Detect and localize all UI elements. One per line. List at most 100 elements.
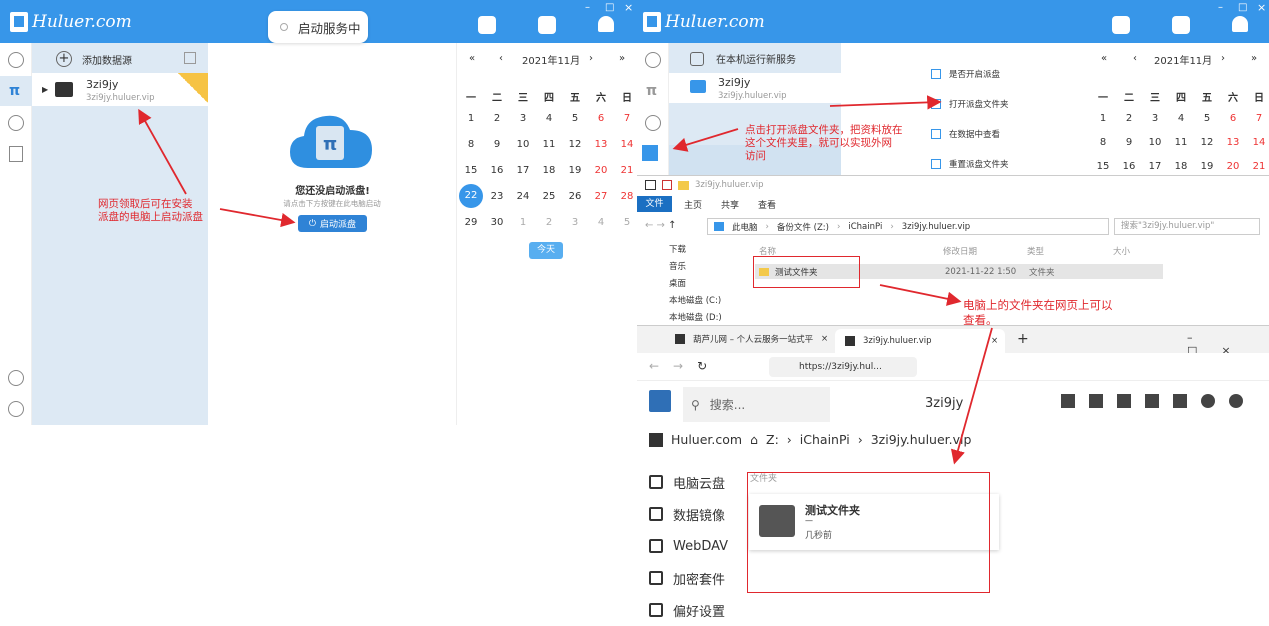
chat-icon[interactable] — [8, 115, 24, 131]
calendar-day[interactable]: 30 — [485, 217, 509, 228]
service-status-pill[interactable]: 启动服务中 — [268, 11, 368, 43]
calendar-day[interactable]: 4 — [589, 217, 613, 228]
run-local-row[interactable]: 在本机运行新服务 — [690, 51, 796, 66]
explorer-search-input[interactable]: 搜索"3zi9jy.huluer.vip" — [1114, 218, 1260, 235]
calendar-day[interactable]: 18 — [537, 165, 561, 176]
user-icon[interactable] — [645, 52, 661, 68]
col-date[interactable]: 修改日期 — [943, 245, 1027, 257]
menu-item-view-data[interactable]: 在数据中查看 — [931, 128, 1000, 140]
calendar-day[interactable]: 17 — [511, 165, 535, 176]
calendar-day[interactable]: 15 — [1091, 161, 1115, 172]
calendar-day[interactable]: 19 — [563, 165, 587, 176]
pi-logo-icon[interactable]: π — [9, 83, 20, 99]
calendar-day[interactable]: 1 — [1091, 113, 1115, 124]
calendar-day[interactable]: 14 — [1247, 137, 1269, 148]
nav-item-music[interactable]: 音乐 — [647, 259, 722, 276]
calendar-day[interactable]: 15 — [459, 165, 483, 176]
maximize-button[interactable]: □ — [1238, 2, 1247, 13]
calendar-day[interactable]: 2 — [1117, 113, 1141, 124]
info-icon[interactable] — [1201, 394, 1215, 408]
calendar-day[interactable]: 9 — [1117, 137, 1141, 148]
calendar-day[interactable]: 16 — [485, 165, 509, 176]
crumb[interactable]: Z: — [766, 432, 779, 447]
calendar-day[interactable]: 29 — [459, 217, 483, 228]
calendar-day[interactable]: 25 — [537, 191, 561, 202]
calendar-day[interactable]: 28 — [615, 191, 639, 202]
col-size[interactable]: 大小 — [1113, 245, 1130, 257]
sidebar-item-encrypt[interactable]: 加密套件 — [649, 562, 728, 594]
add-source-row[interactable]: + 添加数据源 — [56, 51, 132, 67]
calendar-day[interactable]: 9 — [485, 139, 509, 150]
calendar-day[interactable]: 20 — [1221, 161, 1245, 172]
new-tab-icon[interactable]: + — [1017, 331, 1029, 347]
menu-item-reset[interactable]: 重置派盘文件夹 — [931, 158, 1009, 170]
calendar-day[interactable]: 6 — [589, 113, 613, 124]
browser-tab-2[interactable]: 3zi9jy.huluer.vip × — [835, 329, 1005, 353]
prev-year-button[interactable]: « — [469, 53, 475, 64]
ribbon-tab-view[interactable]: 查看 — [758, 198, 776, 211]
new-folder-icon[interactable] — [1089, 394, 1103, 408]
expand-arrow-icon[interactable]: ▶ — [42, 85, 48, 94]
calendar-day[interactable]: 5 — [563, 113, 587, 124]
close-tab-icon[interactable]: × — [991, 336, 998, 346]
browser-tab-1[interactable]: 葫芦儿网 – 个人云服务一站式平台 × — [675, 333, 828, 345]
sidebar-item-webdav[interactable]: WebDAV — [649, 530, 728, 562]
calendar-day[interactable]: 22 — [459, 184, 483, 208]
calendar-day[interactable]: 7 — [615, 113, 639, 124]
calendar-day[interactable]: 1 — [511, 217, 535, 228]
ribbon-tab-home[interactable]: 主页 — [684, 198, 702, 211]
ribbon-tab-share[interactable]: 共享 — [721, 198, 739, 211]
calendar-day[interactable]: 21 — [615, 165, 639, 176]
calendar-day[interactable]: 6 — [1221, 113, 1245, 124]
menu-item-enable[interactable]: 是否开启派盘 — [931, 68, 1000, 80]
calendar-day[interactable]: 7 — [1247, 113, 1269, 124]
pi-logo-icon[interactable]: π — [646, 83, 657, 99]
next-year-button[interactable]: » — [619, 53, 625, 64]
calendar-day[interactable]: 3 — [563, 217, 587, 228]
calendar-day[interactable]: 23 — [485, 191, 509, 202]
chat-icon[interactable] — [645, 115, 661, 131]
crumb[interactable]: 3zi9jy.huluer.vip — [871, 432, 972, 447]
nav-buttons[interactable]: ←→↻ — [649, 359, 721, 373]
new-file-icon[interactable] — [1117, 394, 1131, 408]
calendar-day[interactable]: 10 — [1143, 137, 1167, 148]
minimize-button[interactable]: – — [585, 2, 590, 13]
bell-icon[interactable] — [1232, 16, 1248, 32]
close-button[interactable]: × — [1257, 1, 1266, 14]
calendar-day[interactable]: 8 — [1091, 137, 1115, 148]
site-search[interactable]: ⚲ 搜索... — [683, 387, 830, 422]
calendar-day[interactable]: 11 — [537, 139, 561, 150]
calendar-day[interactable]: 4 — [537, 113, 561, 124]
sidebar-item-prefs[interactable]: 偏好设置 — [649, 594, 728, 626]
upload-icon[interactable] — [1173, 394, 1187, 408]
calendar-day[interactable]: 26 — [563, 191, 587, 202]
next-month-button[interactable]: › — [1221, 53, 1225, 64]
prev-year-button[interactable]: « — [1101, 53, 1107, 64]
bell-icon[interactable] — [598, 16, 614, 32]
calendar-day[interactable]: 5 — [615, 217, 639, 228]
document-icon[interactable] — [9, 146, 23, 162]
ribbon-tab-file[interactable]: 文件 — [637, 196, 672, 212]
badge-icon[interactable] — [1172, 16, 1190, 34]
next-year-button[interactable]: » — [1251, 53, 1257, 64]
prev-month-button[interactable]: ‹ — [499, 53, 503, 64]
back-forward-buttons[interactable]: ← → ↑ — [645, 220, 677, 231]
calendar-day[interactable]: 13 — [589, 139, 613, 150]
download-icon[interactable] — [1145, 394, 1159, 408]
badge-icon[interactable] — [538, 16, 556, 34]
calendar-day[interactable]: 3 — [511, 113, 535, 124]
calendar-day[interactable]: 1 — [459, 113, 483, 124]
calendar-day[interactable]: 24 — [511, 191, 535, 202]
address-bar[interactable]: 此电脑 › 备份文件 (Z:) › iChainPi › 3zi9jy.huluer.… — [707, 218, 1109, 235]
prev-month-button[interactable]: ‹ — [1133, 53, 1137, 64]
path-segment[interactable]: 备份文件 (Z:) — [777, 221, 829, 233]
calendar-day[interactable]: 27 — [589, 191, 613, 202]
music-icon[interactable] — [8, 370, 24, 386]
next-month-button[interactable]: › — [589, 53, 593, 64]
path-segment[interactable]: iChainPi — [848, 222, 882, 232]
calendar-day[interactable]: 21 — [1247, 161, 1269, 172]
sidebar-item-mirror[interactable]: 数据镜像 — [649, 498, 728, 530]
calendar-day[interactable]: 18 — [1169, 161, 1193, 172]
search-tool-icon[interactable] — [1112, 16, 1130, 34]
calendar-day[interactable]: 2 — [537, 217, 561, 228]
